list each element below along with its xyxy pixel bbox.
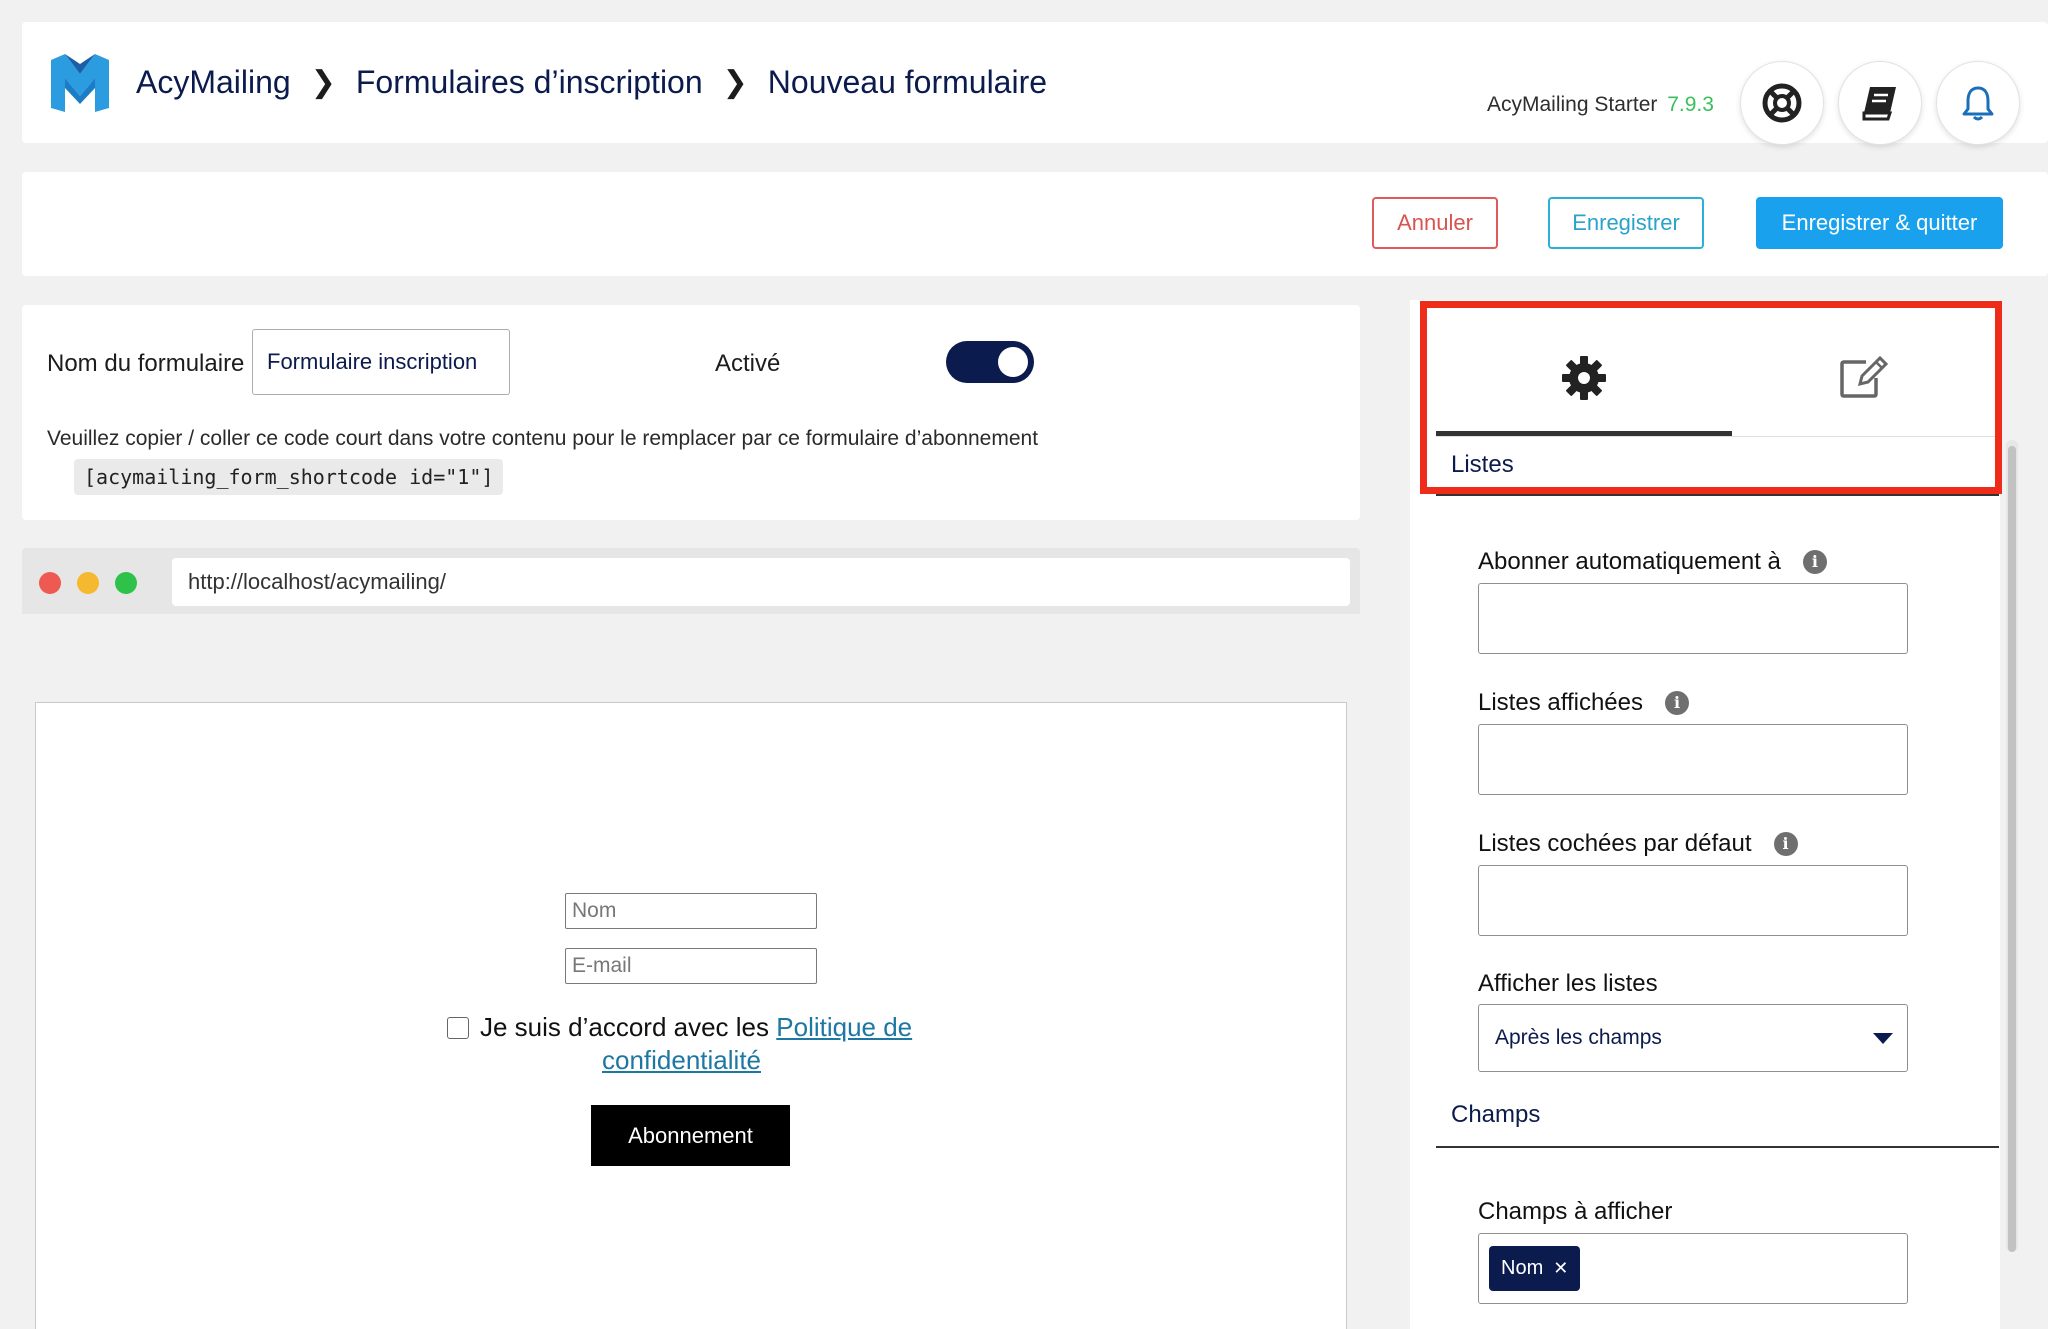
privacy-policy-link-line1[interactable]: Politique de xyxy=(776,1012,912,1042)
preview-url-bar: http://localhost/acymailing/ xyxy=(172,558,1350,606)
cancel-button[interactable]: Annuler xyxy=(1372,197,1498,249)
active-label: Activé xyxy=(715,350,781,377)
remove-tag-icon[interactable]: ✕ xyxy=(1553,1258,1568,1279)
display-lists-select[interactable]: Après les champs xyxy=(1478,1004,1908,1072)
save-button[interactable]: Enregistrer xyxy=(1548,197,1704,249)
consent-label: Je suis d’accord avec les xyxy=(480,1012,770,1042)
active-toggle[interactable] xyxy=(946,341,1034,383)
auto-subscribe-label-text: Abonner automatiquement à xyxy=(1478,548,1781,575)
caret-down-icon xyxy=(1873,1033,1893,1044)
form-name-input[interactable]: Formulaire inscription xyxy=(252,329,510,395)
form-info-card: Nom du formulaire Formulaire inscription… xyxy=(22,305,1360,520)
close-dot-icon xyxy=(39,572,61,594)
version-info: AcyMailing Starter 7.9.3 xyxy=(1487,93,1714,117)
consent-checkbox[interactable] xyxy=(447,1017,469,1039)
action-toolbar: Annuler Enregistrer Enregistrer & quitte… xyxy=(22,172,2048,276)
subscribe-button[interactable]: Abonnement xyxy=(591,1105,790,1166)
info-icon[interactable]: i xyxy=(1802,550,1827,574)
breadcrumb-forms[interactable]: Formulaires d’inscription xyxy=(356,64,703,101)
save-and-quit-button[interactable]: Enregistrer & quitter xyxy=(1756,197,2003,249)
documentation-button[interactable] xyxy=(1838,61,1922,145)
section-fields-title: Champs xyxy=(1451,1101,1541,1128)
checked-default-label-text: Listes cochées par défaut xyxy=(1478,830,1752,857)
notifications-button[interactable] xyxy=(1936,61,2020,145)
privacy-policy-link-wrap: confidentialité xyxy=(602,1044,761,1077)
field-tag: Nom ✕ xyxy=(1489,1246,1581,1291)
consent-text: Je suis d’accord avec les Politique de xyxy=(480,1011,912,1044)
bell-icon xyxy=(1962,86,1994,121)
display-lists-label-text: Afficher les listes xyxy=(1478,970,1658,997)
info-icon[interactable]: i xyxy=(1665,691,1689,715)
preview-email-input[interactable]: E-mail xyxy=(565,948,817,984)
toggle-knob xyxy=(998,347,1028,377)
book-icon xyxy=(1862,87,1896,121)
chevron-right-icon: ❯ xyxy=(722,65,748,99)
shortcode-value[interactable]: [acymailing_form_shortcode id="1"] xyxy=(74,459,504,495)
fields-to-show-label: Champs à afficher xyxy=(1478,1198,1672,1226)
preview-name-input[interactable]: Nom xyxy=(565,893,817,929)
displayed-lists-label-text: Listes affichées xyxy=(1478,689,1643,716)
display-lists-selected: Après les champs xyxy=(1495,1026,1662,1049)
breadcrumb: AcyMailing ❯ Formulaires d’inscription ❯… xyxy=(136,60,1047,104)
maximize-dot-icon xyxy=(115,572,137,594)
browser-toolbar: http://localhost/acymailing/ xyxy=(22,548,1360,614)
support-button[interactable] xyxy=(1740,61,1824,145)
displayed-lists-label: Listes affichées i xyxy=(1478,689,1689,717)
shortcode-help-text: Veuillez copier / coller ce code court d… xyxy=(47,427,1039,450)
app-header: AcyMailing ❯ Formulaires d’inscription ❯… xyxy=(22,22,2048,145)
field-tag-label: Nom xyxy=(1501,1257,1544,1279)
acymailing-logo-icon[interactable] xyxy=(49,52,111,114)
version-number: 7.9.3 xyxy=(1667,93,1714,116)
panel-scrollbar-thumb[interactable] xyxy=(2008,446,2016,1252)
displayed-lists-input[interactable] xyxy=(1478,724,1908,795)
checked-default-input[interactable] xyxy=(1478,865,1908,936)
lifebuoy-icon xyxy=(1762,83,1802,123)
version-label: AcyMailing Starter xyxy=(1487,93,1658,116)
fields-to-show-label-text: Champs à afficher xyxy=(1478,1198,1673,1225)
breadcrumb-home[interactable]: AcyMailing xyxy=(136,64,291,101)
privacy-policy-link-line2[interactable]: confidentialité xyxy=(602,1045,761,1075)
info-icon[interactable]: i xyxy=(1773,832,1798,856)
section-fields-divider xyxy=(1436,1146,1999,1148)
breadcrumb-current: Nouveau formulaire xyxy=(767,63,1048,100)
minimize-dot-icon xyxy=(77,572,99,594)
checked-default-label: Listes cochées par défaut i xyxy=(1478,830,1798,858)
highlight-box xyxy=(1420,301,2002,494)
auto-subscribe-input[interactable] xyxy=(1478,583,1908,654)
form-name-label: Nom du formulaire xyxy=(47,350,245,377)
chevron-right-icon: ❯ xyxy=(310,65,336,99)
fields-to-show-input[interactable]: Nom ✕ xyxy=(1478,1233,1908,1304)
auto-subscribe-label: Abonner automatiquement à i xyxy=(1478,548,1827,576)
display-lists-label: Afficher les listes xyxy=(1478,970,1658,998)
section-lists-divider xyxy=(1436,494,1999,496)
